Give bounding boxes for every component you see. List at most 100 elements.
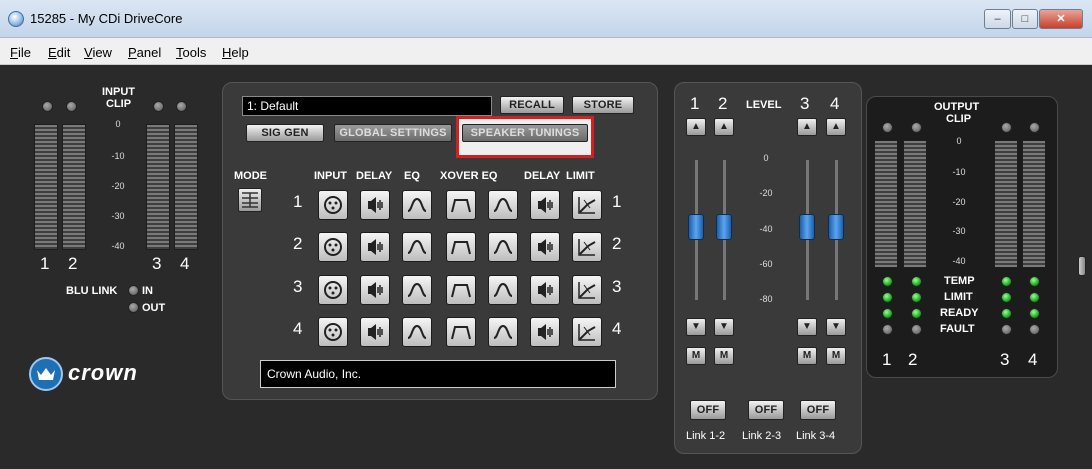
panel-expand-handle[interactable] — [1078, 256, 1086, 276]
input-block-ch3-button[interactable] — [318, 275, 348, 305]
eq-block-ch2-button[interactable] — [402, 232, 432, 262]
menu-panel[interactable]: Panel — [128, 45, 161, 60]
delay-block-ch3-button[interactable] — [360, 275, 390, 305]
menu-help[interactable]: Help — [222, 45, 249, 60]
output-channel-4: 4 — [1028, 350, 1038, 369]
input-clip-led-3 — [153, 101, 164, 112]
xover-block-ch2-button[interactable] — [446, 232, 476, 262]
fault-led-3 — [1001, 324, 1012, 335]
menu-edit[interactable]: Edit — [48, 45, 70, 60]
level-fader-2[interactable] — [716, 214, 732, 240]
level-fader-3[interactable] — [799, 214, 815, 240]
output-delay-block-ch4-button[interactable] — [530, 317, 560, 347]
delay-speaker-icon — [538, 324, 553, 340]
row-left-number: 4 — [293, 319, 303, 338]
output-clip-led-3 — [1001, 122, 1012, 133]
delay-speaker-icon — [538, 282, 553, 298]
preset-name-field[interactable]: 1: Default — [242, 96, 492, 116]
xover-eq-block-ch2-button[interactable] — [488, 232, 518, 262]
close-button[interactable]: ✕ — [1039, 9, 1083, 29]
input-block-ch1-button[interactable] — [318, 190, 348, 220]
blu-link-out-led — [128, 302, 139, 313]
sig-gen-button[interactable]: SIG GEN — [246, 124, 324, 142]
xover-eq-block-ch3-button[interactable] — [488, 275, 518, 305]
delay-speaker-icon — [368, 324, 383, 340]
minimize-button[interactable]: – — [984, 9, 1011, 29]
ready-led-4 — [1029, 308, 1040, 319]
level-down-button-1[interactable]: ▼ — [686, 318, 706, 336]
output-delay-block-ch1-button[interactable] — [530, 190, 560, 220]
limit-block-ch3-button[interactable] — [572, 275, 602, 305]
level-fader-1[interactable] — [688, 214, 704, 240]
mode-button[interactable] — [238, 188, 262, 212]
delay-block-ch4-button[interactable] — [360, 317, 390, 347]
mute-button-3[interactable]: M — [797, 347, 817, 365]
output-delay-block-ch2-button[interactable] — [530, 232, 560, 262]
eq-block-ch3-button[interactable] — [402, 275, 432, 305]
limit-block-ch1-button[interactable] — [572, 190, 602, 220]
level-up-button-2[interactable]: ▲ — [714, 118, 734, 136]
output-meter-3 — [994, 140, 1018, 268]
link-2-3-button[interactable]: OFF — [748, 400, 784, 420]
delay-speaker-icon — [368, 239, 383, 255]
eq-block-ch1-button[interactable] — [402, 190, 432, 220]
delay-block-ch2-button[interactable] — [360, 232, 390, 262]
limit-block-ch4-button[interactable] — [572, 317, 602, 347]
level-scale-60: -60 — [759, 259, 773, 269]
xover-eq-block-ch4-button[interactable] — [488, 317, 518, 347]
window-title: 15285 - My CDi DriveCore — [30, 11, 183, 26]
input-block-ch2-button[interactable] — [318, 232, 348, 262]
status-fault-label: FAULT — [940, 323, 975, 335]
link-3-4-label: Link 3-4 — [796, 430, 836, 442]
global-settings-button[interactable]: GLOBAL SETTINGS — [334, 124, 452, 142]
link-3-4-button[interactable]: OFF — [800, 400, 836, 420]
company-name-field[interactable]: Crown Audio, Inc. — [260, 360, 616, 388]
delay-speaker-icon — [368, 282, 383, 298]
input-channel-1: 1 — [40, 254, 50, 273]
level-fader-4[interactable] — [828, 214, 844, 240]
blu-link-out-label: OUT — [142, 302, 166, 314]
brand-name: crown — [68, 360, 138, 385]
xover-bandpass-icon — [451, 284, 471, 298]
eq-bell-icon — [407, 324, 427, 339]
input-meter-2 — [62, 124, 86, 250]
output-meter-1 — [874, 140, 898, 268]
mute-button-2[interactable]: M — [714, 347, 734, 365]
level-channel-4: 4 — [830, 94, 840, 113]
recall-button[interactable]: RECALL — [500, 96, 564, 114]
delay-block-ch1-button[interactable] — [360, 190, 390, 220]
menu-view[interactable]: View — [84, 45, 112, 60]
input-xlr-icon — [324, 281, 342, 299]
eq-block-ch4-button[interactable] — [402, 317, 432, 347]
maximize-button[interactable]: □ — [1012, 9, 1038, 29]
level-down-button-2[interactable]: ▼ — [714, 318, 734, 336]
link-1-2-button[interactable]: OFF — [690, 400, 726, 420]
level-up-button-1[interactable]: ▲ — [686, 118, 706, 136]
xover-block-ch4-button[interactable] — [446, 317, 476, 347]
xover-eq-block-ch1-button[interactable] — [488, 190, 518, 220]
speaker-tunings-button[interactable]: SPEAKER TUNINGS — [462, 124, 588, 142]
output-clip-led-4 — [1029, 122, 1040, 133]
xover-block-ch3-button[interactable] — [446, 275, 476, 305]
level-down-button-3[interactable]: ▼ — [797, 318, 817, 336]
store-button[interactable]: STORE — [572, 96, 634, 114]
mute-button-4[interactable]: M — [826, 347, 846, 365]
temp-led-3 — [1001, 276, 1012, 287]
title-bar: 15285 - My CDi DriveCore – □ ✕ — [0, 0, 1092, 38]
menu-file[interactable]: File — [10, 45, 31, 60]
output-delay-block-ch3-button[interactable] — [530, 275, 560, 305]
input-xlr-icon — [324, 323, 342, 341]
fault-led-2 — [911, 324, 922, 335]
output-channel-2: 2 — [908, 350, 918, 369]
delay-speaker-icon — [538, 197, 553, 213]
level-up-button-4[interactable]: ▲ — [826, 118, 846, 136]
limit-block-ch2-button[interactable] — [572, 232, 602, 262]
mute-button-1[interactable]: M — [686, 347, 706, 365]
input-block-ch4-button[interactable] — [318, 317, 348, 347]
xover-block-ch1-button[interactable] — [446, 190, 476, 220]
level-down-button-4[interactable]: ▼ — [826, 318, 846, 336]
menu-tools[interactable]: Tools — [176, 45, 206, 60]
input-clip-label: CLIP — [106, 98, 132, 110]
level-up-button-3[interactable]: ▲ — [797, 118, 817, 136]
header-xover-eq: XOVER EQ — [440, 170, 498, 182]
